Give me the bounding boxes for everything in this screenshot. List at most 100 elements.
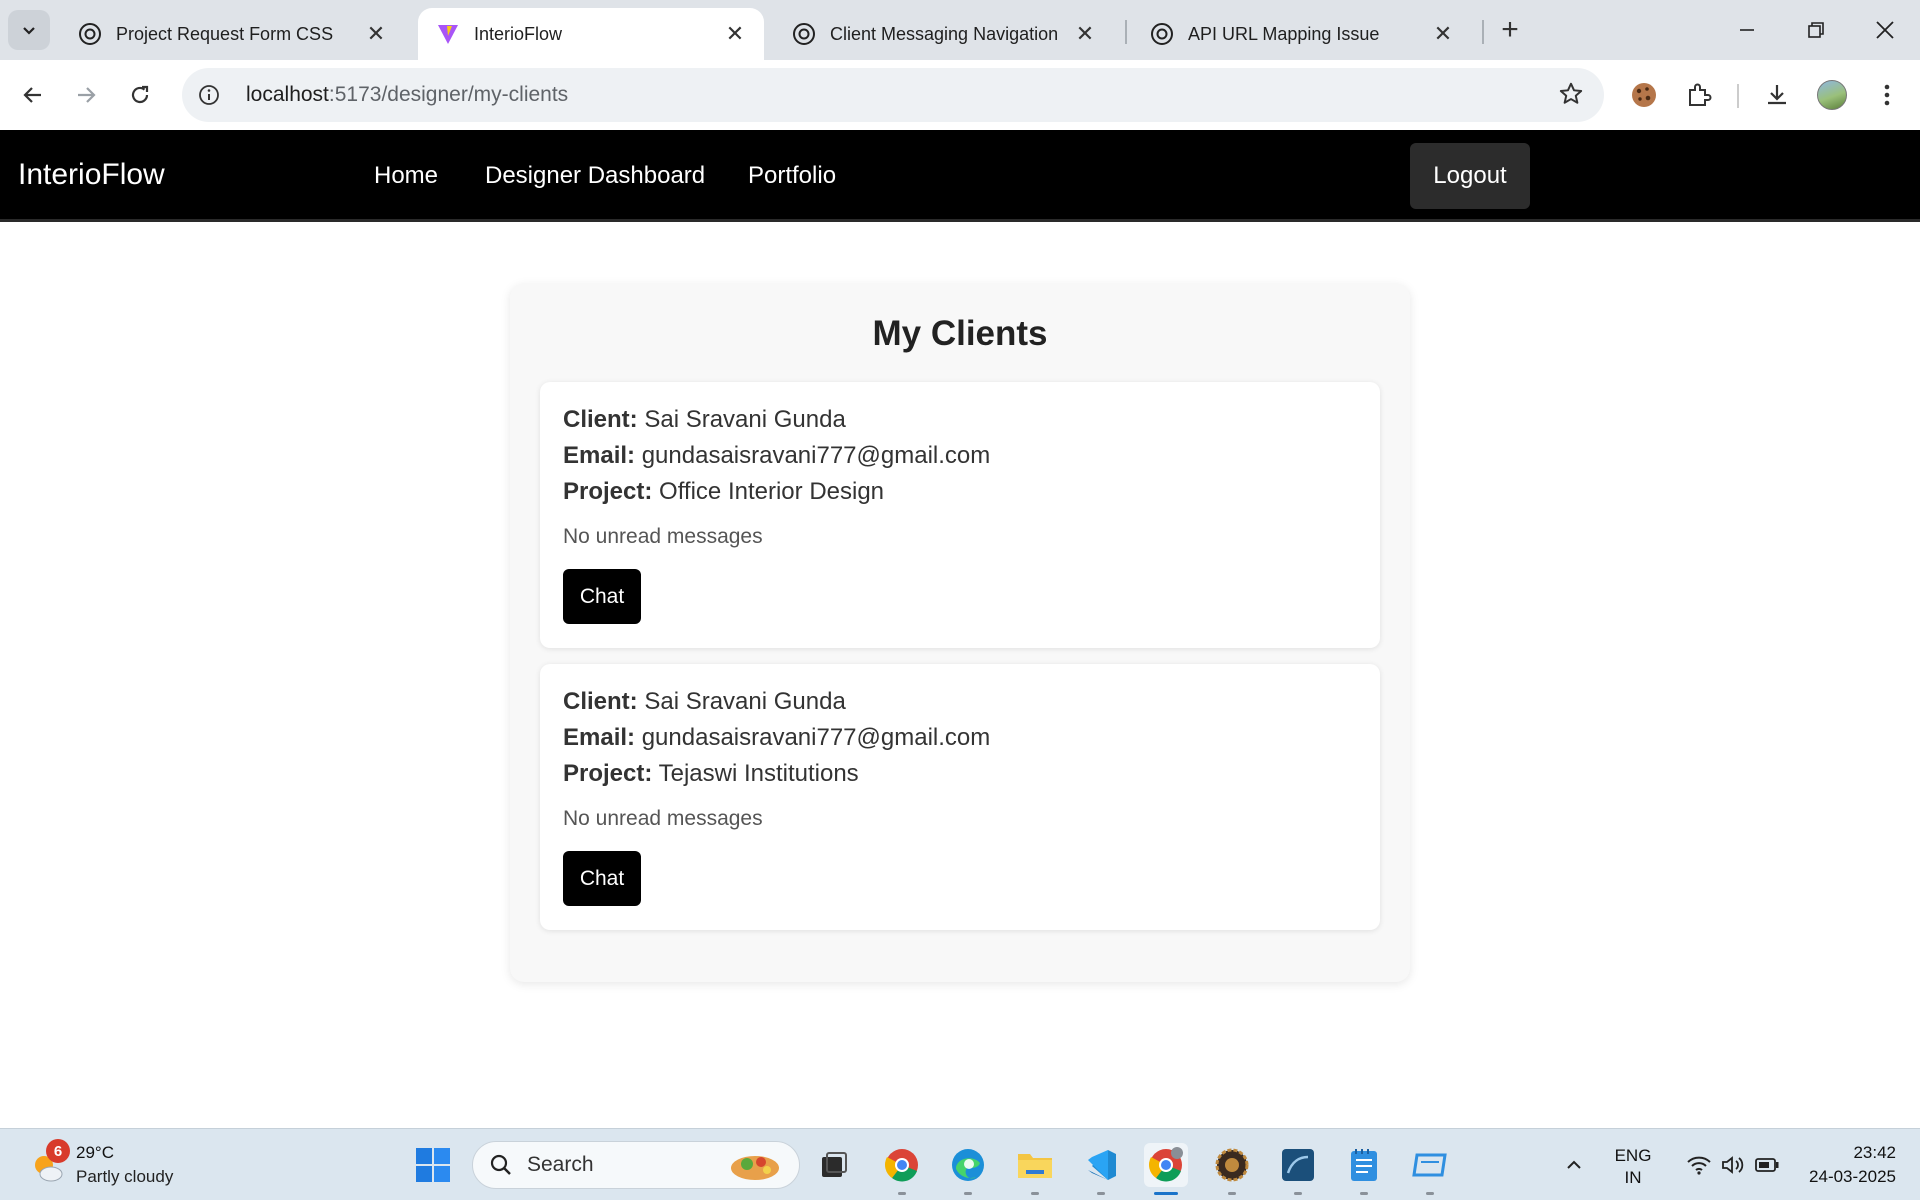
my-clients-panel: My Clients Client: Sai Sravani Gunda Ema… — [510, 284, 1410, 982]
app-navbar: InterioFlow Home Designer Dashboard Port… — [0, 130, 1920, 222]
client-email-row: Email: gundasaisravani777@gmail.com — [563, 724, 990, 752]
close-window-button[interactable] — [1860, 8, 1910, 52]
folder-icon — [1018, 1154, 1052, 1178]
running-indicator — [1360, 1192, 1368, 1195]
browser-menu-icon[interactable] — [1866, 74, 1908, 116]
brand-logo[interactable]: InterioFlow — [18, 158, 165, 192]
chat-button[interactable]: Chat — [563, 569, 641, 624]
client-card: Client: Sai Sravani Gunda Email: gundasa… — [540, 382, 1380, 648]
running-indicator — [1228, 1192, 1236, 1195]
page-title: My Clients — [872, 314, 1048, 353]
system-clock[interactable]: 23:42 24-03-2025 — [1796, 1141, 1896, 1189]
site-info-icon[interactable] — [194, 80, 224, 110]
clock-time: 23:42 — [1853, 1143, 1896, 1162]
start-button[interactable] — [411, 1143, 455, 1187]
running-indicator — [1426, 1192, 1434, 1195]
tab-separator — [1125, 20, 1127, 44]
arrow-right-icon — [78, 87, 96, 103]
running-indicator — [1097, 1192, 1105, 1195]
task-view-icon — [822, 1152, 847, 1177]
restore-icon — [1808, 22, 1824, 38]
email-label: Email: — [563, 724, 636, 751]
back-button[interactable] — [13, 75, 53, 115]
taskbar-vscode[interactable] — [1079, 1143, 1123, 1195]
taskbar-edge[interactable] — [946, 1143, 990, 1195]
running-indicator — [1294, 1192, 1302, 1195]
taskbar-chrome-active[interactable] — [1144, 1143, 1188, 1195]
new-tab-button[interactable]: + — [1494, 13, 1526, 46]
client-label: Client: — [563, 688, 638, 715]
reload-button[interactable] — [120, 75, 160, 115]
project-label: Project: — [563, 760, 653, 787]
system-tray-icons[interactable] — [1668, 1143, 1798, 1187]
close-tab-icon[interactable]: ✕ — [1432, 21, 1454, 46]
weather-widget[interactable]: 6 29°C Partly cloudy — [26, 1139, 206, 1191]
temperature: 29°C — [76, 1143, 114, 1162]
client-email: gundasaisravani777@gmail.com — [641, 724, 991, 751]
taskbar-mysql-workbench[interactable] — [1276, 1143, 1320, 1195]
taskbar-search[interactable]: Search — [472, 1141, 800, 1189]
taskbar-app[interactable] — [1408, 1143, 1452, 1195]
app-badge-icon — [1215, 1148, 1249, 1182]
close-tab-icon[interactable]: ✕ — [365, 21, 387, 46]
bookmark-star-icon[interactable] — [1558, 81, 1584, 112]
browser-toolbar: localhost:5173/designer/my-clients — [0, 60, 1920, 130]
address-bar[interactable]: localhost:5173/designer/my-clients — [182, 68, 1604, 122]
chevron-down-icon — [23, 27, 35, 35]
window-app-icon — [1412, 1153, 1447, 1177]
url-text[interactable]: localhost:5173/designer/my-clients — [246, 83, 568, 107]
extensions-puzzle-icon[interactable] — [1678, 74, 1720, 116]
minimize-button[interactable] — [1722, 8, 1772, 52]
url-path: :5173/designer/my-clients — [328, 83, 569, 106]
edge-icon — [952, 1149, 984, 1181]
language-top: ENG — [1614, 1146, 1652, 1165]
chat-button[interactable]: Chat — [563, 851, 641, 906]
tab-separator — [1482, 20, 1484, 44]
vite-icon — [438, 25, 458, 44]
browser-tab-active[interactable]: InterioFlow ✕ — [418, 8, 764, 60]
browser-tab[interactable]: API URL Mapping Issue ✕ — [1132, 8, 1472, 60]
client-card: Client: Sai Sravani Gunda Email: gundasa… — [540, 664, 1380, 930]
search-highlight-icon — [731, 1156, 779, 1180]
close-tab-icon[interactable]: ✕ — [1074, 21, 1096, 46]
taskbar-chrome[interactable] — [880, 1143, 924, 1195]
wifi-icon — [1687, 1156, 1711, 1175]
mysql-workbench-icon — [1282, 1149, 1314, 1181]
reload-icon — [131, 85, 149, 104]
url-host: localhost — [246, 83, 329, 106]
nav-link-designer-dashboard[interactable]: Designer Dashboard — [485, 162, 705, 190]
nav-link-home[interactable]: Home — [374, 162, 438, 190]
search-icon — [490, 1154, 511, 1175]
running-indicator — [964, 1192, 972, 1195]
openai-icon — [793, 23, 815, 45]
taskbar-notepad[interactable] — [1342, 1143, 1386, 1195]
close-tab-icon[interactable]: ✕ — [724, 21, 746, 46]
weather-condition: Partly cloudy — [76, 1167, 174, 1186]
taskbar-app[interactable] — [1210, 1143, 1254, 1195]
show-hidden-icons[interactable] — [1552, 1143, 1596, 1187]
client-email-row: Email: gundasaisravani777@gmail.com — [563, 442, 990, 470]
search-label: Search — [527, 1153, 594, 1176]
client-name-row: Client: Sai Sravani Gunda — [563, 688, 846, 716]
running-indicator — [898, 1192, 906, 1195]
nav-link-portfolio[interactable]: Portfolio — [748, 162, 836, 190]
profile-avatar[interactable] — [1811, 74, 1853, 116]
restore-button[interactable] — [1791, 8, 1841, 52]
browser-tabstrip: Project Request Form CSS ✕ InterioFlow ✕… — [0, 0, 1920, 60]
battery-icon — [1755, 1158, 1779, 1172]
browser-tab[interactable]: Project Request Form CSS ✕ — [60, 8, 405, 60]
download-icon[interactable] — [1756, 74, 1798, 116]
taskbar-file-explorer[interactable] — [1013, 1143, 1057, 1195]
tab-search-button[interactable] — [8, 10, 50, 50]
client-email: gundasaisravani777@gmail.com — [641, 442, 991, 469]
openai-icon — [79, 23, 101, 45]
logout-button[interactable]: Logout — [1410, 143, 1530, 209]
browser-tab[interactable]: Client Messaging Navigation ✕ — [774, 8, 1114, 60]
client-project-row: Project: Tejaswi Institutions — [563, 760, 859, 788]
client-project: Tejaswi Institutions — [658, 760, 859, 787]
cookie-extension-icon[interactable] — [1623, 74, 1665, 116]
language-indicator[interactable]: ENG IN — [1608, 1145, 1658, 1189]
task-view-button[interactable] — [812, 1143, 856, 1187]
forward-button[interactable] — [66, 75, 106, 115]
client-name-row: Client: Sai Sravani Gunda — [563, 406, 846, 434]
